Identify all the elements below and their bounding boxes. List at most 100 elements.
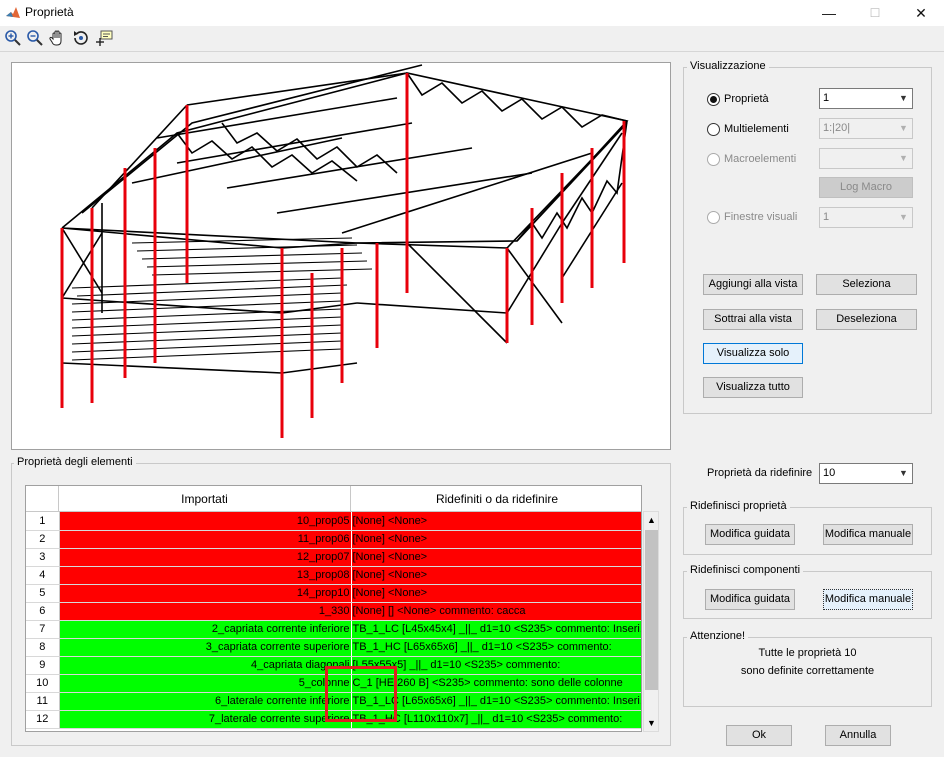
table-row[interactable]: 8 3_capriata corrente superiore TB_1_HC [L… [26, 638, 641, 657]
table-row[interactable]: 4 13_prop08 [None] <None> [26, 566, 641, 585]
label-macroelementi: Macroelementi [724, 153, 797, 165]
proprieta-elementi-title: Proprietà degli elementi [14, 456, 136, 468]
cell-importati[interactable]: 7_laterale corrente superiore [59, 710, 352, 729]
highlight-box [325, 666, 397, 722]
table-row[interactable]: 1 10_prop05 [None] <None> [26, 512, 641, 531]
maximize-button[interactable]: ☐ [852, 0, 898, 26]
table-row[interactable]: 7 2_capriata corrente inferiore TB_1_LC [L… [26, 620, 641, 639]
scroll-thumb[interactable] [645, 530, 658, 690]
cell-ridefiniti[interactable]: [None] <None> [351, 548, 641, 567]
chevron-down-icon: ▼ [899, 123, 908, 133]
table-row[interactable]: 3 12_prop07 [None] <None> [26, 548, 641, 567]
cell-importati[interactable]: 11_prop06 [59, 530, 352, 549]
structure-3d-view[interactable] [11, 62, 671, 450]
table-row[interactable]: 6 1_330 [None] [] <None> commento: cacca [26, 602, 641, 621]
scroll-down-icon[interactable]: ▼ [645, 715, 658, 731]
seleziona-button[interactable]: Seleziona [816, 274, 917, 295]
attenzione-line-1: Tutte le proprietà 10 [758, 647, 857, 659]
table-scrollbar[interactable]: ▲ ▼ [643, 511, 659, 732]
cell-ridefiniti[interactable]: [None] [] <None> commento: cacca [351, 602, 641, 621]
chevron-down-icon: ▼ [899, 212, 908, 222]
visualizzazione-title: Visualizzazione [687, 60, 769, 72]
table-row[interactable]: 2 11_prop06 [None] <None> [26, 530, 641, 549]
componenti-modifica-manuale-button[interactable]: Modifica manuale [823, 589, 913, 610]
toolbar-separator [0, 51, 944, 52]
radio-finestre-visuali[interactable] [707, 211, 720, 224]
select-finestre-visuali[interactable]: 1 ▼ [819, 207, 913, 228]
ok-button[interactable]: Ok [726, 725, 792, 746]
proprieta-modifica-manuale-button[interactable]: Modifica manuale [823, 524, 913, 545]
cell-ridefiniti[interactable]: TB_1_LC [L45x45x4] _||_ d1=10 <S235> com… [351, 620, 641, 639]
select-proprieta-da-ridefinire[interactable]: 10 ▼ [819, 463, 913, 484]
row-number: 10 [26, 674, 60, 693]
attenzione-title: Attenzione! [687, 630, 749, 642]
annulla-button[interactable]: Annulla [825, 725, 891, 746]
log-macro-button[interactable]: Log Macro [819, 177, 913, 198]
minimize-button[interactable]: — [806, 0, 852, 26]
cell-ridefiniti[interactable]: [None] <None> [351, 584, 641, 603]
componenti-modifica-guidata-button[interactable]: Modifica guidata [705, 589, 795, 610]
radio-multielementi[interactable] [707, 123, 720, 136]
chevron-down-icon: ▼ [899, 153, 908, 163]
label-proprieta: Proprietà [724, 93, 769, 105]
column-header-ridefiniti[interactable]: Ridefiniti o da ridefinire [351, 486, 641, 512]
column-header-importati[interactable]: Importati [59, 486, 351, 512]
cell-importati[interactable]: 10_prop05 [59, 512, 352, 531]
properties-table: Importati Ridefiniti o da ridefinire 1 10… [25, 485, 642, 732]
table-row[interactable]: 5 14_prop10 [None] <None> [26, 584, 641, 603]
attenzione-line-2: sono definite correttamente [740, 665, 875, 677]
row-number: 5 [26, 584, 60, 603]
zoom-in-icon[interactable] [3, 28, 23, 48]
ridefinisci-componenti-title: Ridefinisci componenti [687, 564, 804, 576]
cell-ridefiniti[interactable]: TB_1_HC [L65x65x6] _||_ d1=10 <S235> com… [351, 638, 641, 657]
visualizza-tutto-button[interactable]: Visualizza tutto [703, 377, 803, 398]
cell-importati[interactable]: 2_capriata corrente inferiore [59, 620, 352, 639]
sottrai-alla-vista-button[interactable]: Sottrai alla vista [703, 309, 803, 330]
table-corner [26, 486, 59, 512]
rotate-3d-icon[interactable] [71, 28, 91, 48]
visualizza-solo-button[interactable]: Visualizza solo [703, 343, 803, 364]
select-finestre-visuali-value: 1 [823, 211, 830, 223]
cell-importati[interactable]: 4_capriata diagonali [59, 656, 352, 675]
radio-proprieta[interactable] [707, 93, 720, 106]
chevron-down-icon: ▼ [899, 468, 908, 478]
label-proprieta-da-ridefinire: Proprietà da ridefinire [707, 467, 813, 479]
radio-macroelementi[interactable] [707, 153, 720, 166]
row-number: 3 [26, 548, 60, 567]
cell-importati[interactable]: 1_330 [59, 602, 352, 621]
row-number: 7 [26, 620, 60, 639]
cell-ridefiniti[interactable]: [None] <None> [351, 566, 641, 585]
select-multielementi[interactable]: 1:|20| ▼ [819, 118, 913, 139]
cell-importati[interactable]: 3_capriata corrente superiore [59, 638, 352, 657]
zoom-out-icon[interactable] [25, 28, 45, 48]
label-finestre-visuali: Finestre visuali [724, 211, 798, 223]
row-number: 8 [26, 638, 60, 657]
scroll-up-icon[interactable]: ▲ [645, 512, 658, 528]
proprieta-modifica-guidata-button[interactable]: Modifica guidata [705, 524, 795, 545]
cell-ridefiniti[interactable]: [None] <None> [351, 512, 641, 531]
aggiungi-alla-vista-button[interactable]: Aggiungi alla vista [703, 274, 803, 295]
steel-frame-drawing [60, 64, 629, 438]
select-macroelementi[interactable]: ▼ [819, 148, 913, 169]
data-cursor-icon[interactable] [94, 28, 114, 48]
label-multielementi: Multielementi [724, 123, 789, 135]
cell-importati[interactable]: 6_laterale corrente inferiore [59, 692, 352, 711]
ridefinisci-proprieta-title: Ridefinisci proprietà [687, 500, 790, 512]
select-multielementi-value: 1:|20| [823, 122, 851, 134]
window-title: Proprietà [25, 5, 74, 19]
cell-importati[interactable]: 5_colonne [59, 674, 352, 693]
cell-importati[interactable]: 14_prop10 [59, 584, 352, 603]
deseleziona-button[interactable]: Deseleziona [816, 309, 917, 330]
row-number: 11 [26, 692, 60, 711]
close-button[interactable]: ✕ [898, 0, 944, 26]
pan-hand-icon[interactable] [48, 28, 68, 48]
select-proprieta[interactable]: 1 ▼ [819, 88, 913, 109]
title-bar: Proprietà — ☐ ✕ [0, 0, 944, 26]
row-number: 1 [26, 512, 60, 531]
row-number: 6 [26, 602, 60, 621]
cell-importati[interactable]: 13_prop08 [59, 566, 352, 585]
select-proprieta-value: 1 [823, 92, 830, 104]
cell-ridefiniti[interactable]: [None] <None> [351, 530, 641, 549]
cell-importati[interactable]: 12_prop07 [59, 548, 352, 567]
row-number: 9 [26, 656, 60, 675]
